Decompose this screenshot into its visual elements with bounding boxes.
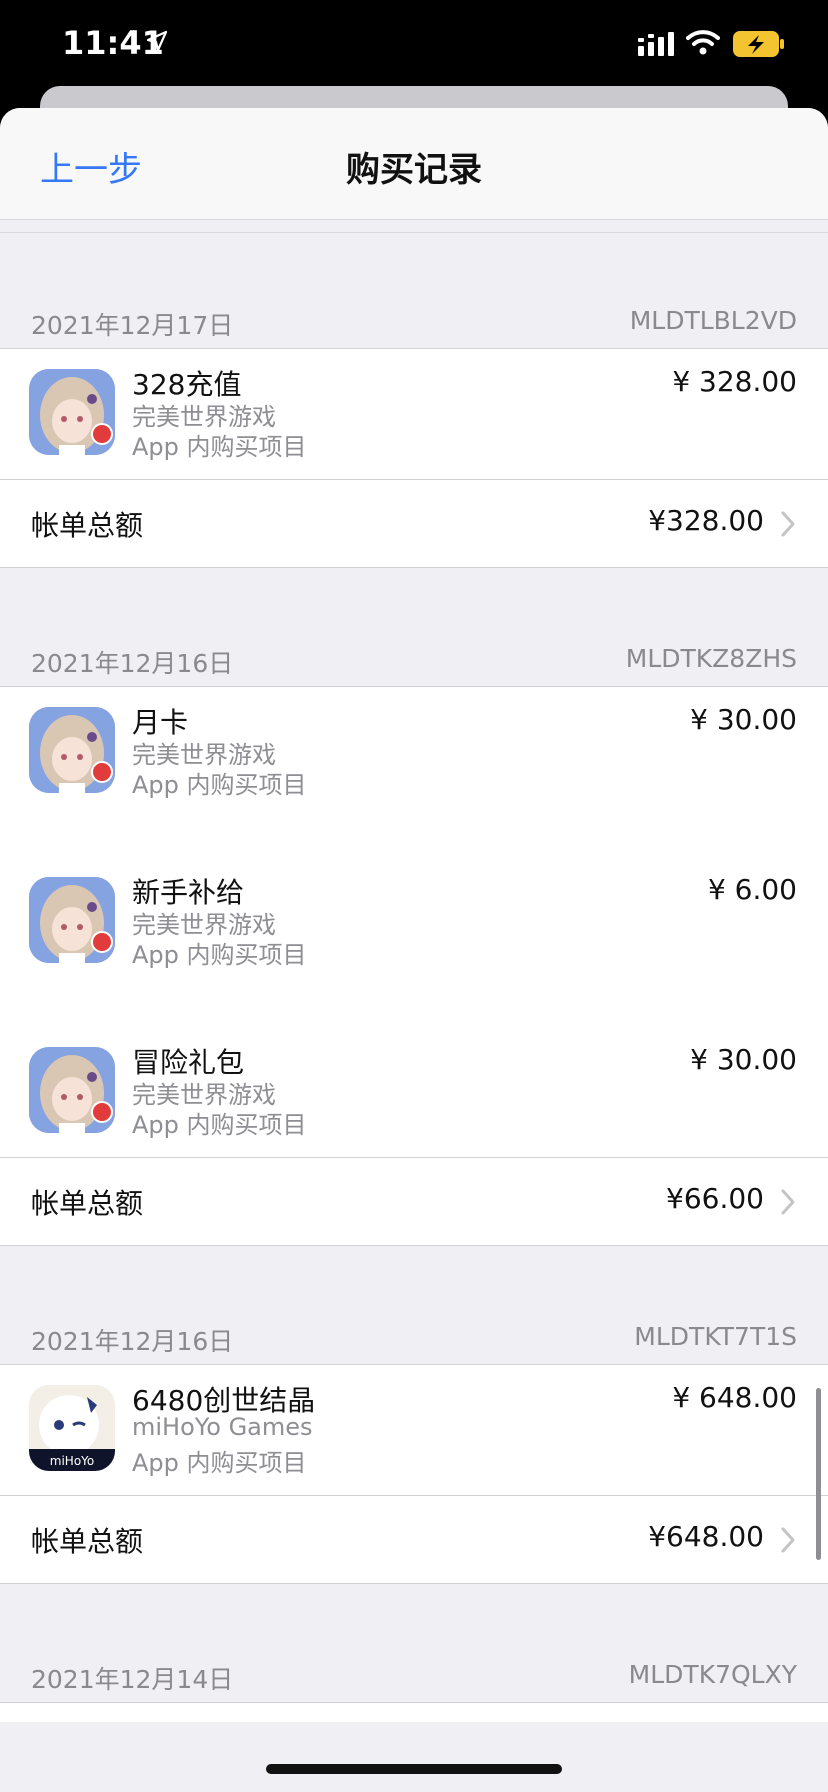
- order-date: 2021年12月17日: [31, 311, 234, 340]
- item-price: ¥ 30.00: [690, 703, 797, 736]
- purchase-item[interactable]: 月卡 完美世界游戏 App 内购买项目 ¥ 30.00: [0, 687, 828, 817]
- game-icon-girl: [29, 369, 115, 455]
- page-title: 购买记录: [346, 150, 482, 190]
- divider: [0, 232, 828, 233]
- badge-icon: [91, 1101, 113, 1123]
- wifi-icon: [686, 30, 720, 55]
- mihoyo-logo-text: miHoYo: [50, 1454, 94, 1468]
- badge-icon: [91, 931, 113, 953]
- item-type: App 内购买项目: [132, 1111, 307, 1139]
- order-group: miHoYo 6480创世结晶 miHoYo Games App 内购买项目 ¥…: [0, 1364, 828, 1584]
- bottom-area: [0, 1722, 828, 1792]
- item-type: App 内购买项目: [132, 941, 307, 969]
- chevron-right-icon: [781, 511, 795, 537]
- order-date: 2021年12月16日: [31, 649, 234, 678]
- order-id: MLDTKT7T1S: [634, 1322, 797, 1351]
- item-type: App 内购买项目: [132, 433, 307, 461]
- purchase-item[interactable]: 328充值 完美世界游戏 App 内购买项目 ¥ 328.00: [0, 349, 828, 479]
- order-group: 月卡 完美世界游戏 App 内购买项目 ¥ 30.00 新手补给 完美世界游戏 …: [0, 686, 828, 1246]
- cellular-signal-icon: [638, 32, 674, 56]
- bill-total-value: ¥66.00: [666, 1182, 764, 1215]
- game-icon-girl: [29, 1047, 115, 1133]
- order-id: MLDTKZ8ZHS: [625, 644, 797, 673]
- bill-total-row[interactable]: 帐单总额 ¥66.00: [0, 1157, 828, 1247]
- home-indicator[interactable]: [266, 1764, 562, 1774]
- bill-total-value: ¥328.00: [648, 504, 764, 537]
- bill-total-label: 帐单总额: [31, 509, 144, 542]
- purchase-item[interactable]: 冒险礼包 完美世界游戏 App 内购买项目 ¥ 30.00: [0, 1027, 828, 1157]
- item-price: ¥ 6.00: [707, 873, 797, 906]
- bill-total-label: 帐单总额: [31, 1525, 144, 1558]
- item-price: ¥ 648.00: [672, 1381, 797, 1414]
- order-id: MLDTLBL2VD: [629, 306, 797, 335]
- purchase-history-sheet: 上一步 购买记录 2021年12月17日 MLDTLBL2VD 328充值 完美…: [0, 108, 828, 1792]
- order-date: 2021年12月14日: [31, 1665, 234, 1694]
- mihoyo-icon: miHoYo: [29, 1385, 115, 1471]
- navigation-bar: 上一步 购买记录: [0, 108, 828, 220]
- bill-total-value: ¥648.00: [648, 1520, 764, 1553]
- badge-icon: [91, 423, 113, 445]
- item-type: App 内购买项目: [132, 771, 307, 799]
- bill-total-label: 帐单总额: [31, 1187, 144, 1220]
- battery-charging-icon: [733, 31, 784, 57]
- bill-total-row[interactable]: 帐单总额 ¥648.00: [0, 1495, 828, 1585]
- order-id: MLDTK7QLXY: [628, 1660, 797, 1689]
- item-developer: miHoYo Games: [132, 1413, 313, 1441]
- order-group: 328充值 完美世界游戏 App 内购买项目 ¥ 328.00 帐单总额 ¥32…: [0, 348, 828, 568]
- chevron-right-icon: [781, 1189, 795, 1215]
- game-icon-girl: [29, 707, 115, 793]
- order-date: 2021年12月16日: [31, 1327, 234, 1356]
- purchase-item[interactable]: 新手补给 完美世界游戏 App 内购买项目 ¥ 6.00: [0, 857, 828, 987]
- purchase-item[interactable]: miHoYo 6480创世结晶 miHoYo Games App 内购买项目 ¥…: [0, 1365, 828, 1495]
- chevron-right-icon: [781, 1527, 795, 1553]
- game-icon-girl: [29, 877, 115, 963]
- bill-total-row[interactable]: 帐单总额 ¥328.00: [0, 479, 828, 569]
- item-price: ¥ 328.00: [672, 365, 797, 398]
- scrollbar[interactable]: [816, 1388, 821, 1560]
- item-type: App 内购买项目: [132, 1449, 307, 1477]
- item-price: ¥ 30.00: [690, 1043, 797, 1076]
- status-bar: 11:41: [0, 0, 828, 90]
- badge-icon: [91, 761, 113, 783]
- location-arrow-icon: [146, 30, 168, 52]
